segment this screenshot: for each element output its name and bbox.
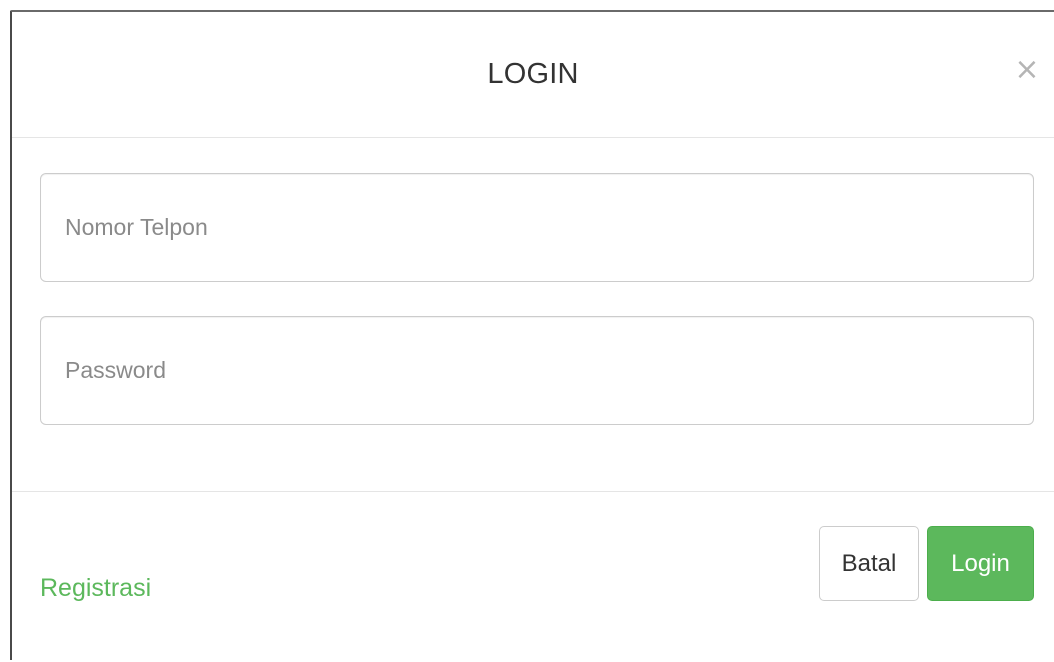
modal-title: LOGIN	[487, 58, 579, 90]
modal-body	[12, 138, 1054, 492]
password-input[interactable]	[40, 316, 1034, 425]
phone-number-input[interactable]	[40, 173, 1034, 282]
modal-footer: Registrasi Batal Login	[12, 492, 1054, 662]
modal-header: LOGIN ×	[12, 12, 1054, 138]
login-modal: LOGIN × Registrasi Batal Login	[10, 10, 1054, 660]
close-icon[interactable]: ×	[1012, 52, 1042, 88]
cancel-button[interactable]: Batal	[819, 526, 919, 601]
register-link[interactable]: Registrasi	[40, 574, 151, 603]
login-button[interactable]: Login	[927, 526, 1034, 601]
